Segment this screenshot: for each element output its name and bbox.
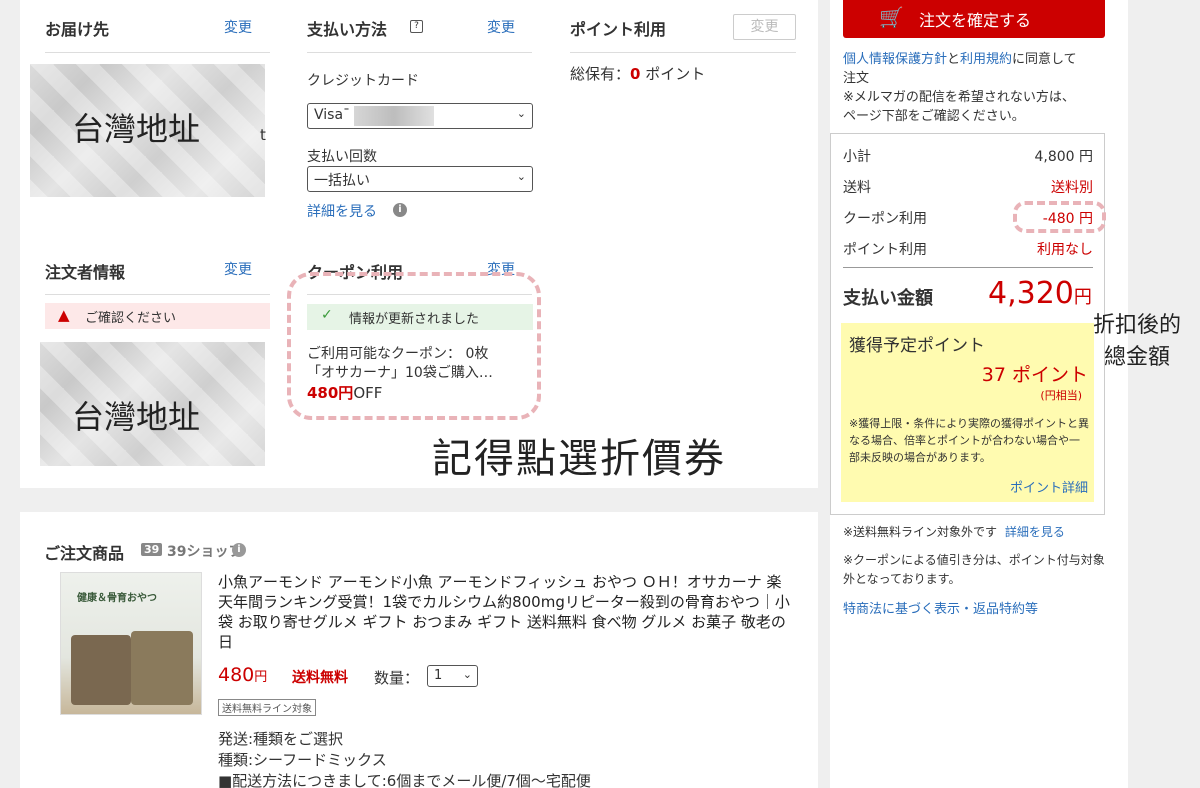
agree-line2: 注文 xyxy=(843,71,870,86)
points-change-button[interactable]: 変更 xyxy=(733,14,796,40)
earn-points-box: 獲得予定ポイント 37 ポイント (円相当) ※獲得上限・条件により実際の獲得ポ… xyxy=(841,323,1094,502)
earn-points-title: 獲得予定ポイント xyxy=(849,336,985,356)
privacy-policy-link[interactable]: 個人情報保護方針 xyxy=(843,52,947,67)
info-icon[interactable]: i xyxy=(232,543,246,557)
shipping-note-link[interactable]: 詳細を見る xyxy=(1005,525,1065,539)
coupon-points-note: ※クーポンによる値引き分は、ポイント付与対象外となっております。 xyxy=(843,553,1105,586)
earn-points-value: 37 ポイント xyxy=(981,364,1088,386)
divider xyxy=(843,267,1093,268)
points-total-prefix: 総保有： xyxy=(570,65,631,83)
summary-label: 小計 xyxy=(843,149,871,165)
total-value: 4,320 xyxy=(988,276,1074,311)
agree-mid: と xyxy=(947,52,961,67)
product-price: 480円 xyxy=(218,664,267,686)
divider xyxy=(45,52,270,53)
orderer-title: 注文者情報 xyxy=(45,263,126,282)
product-price-unit: 円 xyxy=(254,670,268,685)
product-package xyxy=(131,631,193,705)
summary-value: 4,800 円 xyxy=(1034,149,1093,165)
product-option-3: ■配送方法につきまして:6個までメール便/7個〜宅配便 xyxy=(218,772,591,788)
divider xyxy=(570,52,796,53)
discount-highlight-frame xyxy=(1013,201,1106,233)
shipping-note: ※送料無料ライン対象外です 詳細を見る xyxy=(843,523,1065,540)
summary-value: 送料別 xyxy=(1051,180,1093,196)
total-amount: 4,320円 xyxy=(988,276,1092,311)
divider xyxy=(307,52,532,53)
points-total-suffix: ポイント xyxy=(640,65,706,83)
orderer-change-link[interactable]: 変更 xyxy=(224,259,252,279)
product-option-2: 種類:シーフードミックス xyxy=(218,751,387,769)
agreement-text: 個人情報保護方針と利用規約に同意して 注文 ※メルマガの配信を希望されない方は、… xyxy=(843,50,1105,126)
summary-label: クーポン利用 xyxy=(843,211,927,227)
product-tag: 送料無料ライン対象 xyxy=(218,699,316,716)
products-title: ご注文商品 xyxy=(44,544,125,563)
shipping-change-link[interactable]: 変更 xyxy=(224,17,252,37)
qty-select[interactable]: 1 ⌄ xyxy=(427,665,478,687)
points-total: 総保有：0 ポイント xyxy=(570,63,705,84)
installments-label: 支払い回数 xyxy=(307,149,377,165)
earn-points-yen: (円相当) xyxy=(1040,389,1082,402)
product-free-shipping: 送料無料 xyxy=(292,670,348,686)
shipping-address-tail: t xyxy=(260,126,266,144)
card-select[interactable]: Visa¯ ⌄ xyxy=(307,103,533,129)
points-detail-link[interactable]: ポイント詳細 xyxy=(1010,477,1088,496)
shipping-title: お届け先 xyxy=(45,20,110,39)
product-name[interactable]: 小魚アーモンド アーモンド小魚 アーモンドフィッシュ おやつ ＯＨ！オサカーナ … xyxy=(218,572,792,652)
mailmag-line2: ページ下部をご確認ください。 xyxy=(843,109,1025,124)
divider xyxy=(45,294,270,295)
payment-change-link[interactable]: 変更 xyxy=(487,17,515,37)
info-icon[interactable]: i xyxy=(393,203,407,217)
total-unit: 円 xyxy=(1073,287,1092,308)
product-image[interactable]: 健康＆骨育おやつ xyxy=(60,572,202,715)
orderer-alert-text: ご確認ください xyxy=(85,311,177,326)
points-total-value: 0 xyxy=(630,65,641,83)
points-title: ポイント利用 xyxy=(570,20,667,39)
payment-details-link[interactable]: 詳細を見る xyxy=(307,201,377,221)
summary-label: ポイント利用 xyxy=(843,242,927,258)
chevron-down-icon: ⌄ xyxy=(462,668,472,681)
chevron-down-icon: ⌄ xyxy=(516,107,526,120)
installments-select[interactable]: 一括払い ⌄ xyxy=(307,166,533,192)
confirm-order-button[interactable]: 🛒 注文を確定する xyxy=(843,0,1105,38)
coupon-annotation: 記得點選折價券 xyxy=(432,436,726,482)
summary-value: 利用なし xyxy=(1037,242,1093,258)
terms-link[interactable]: 利用規約 xyxy=(960,52,1012,67)
shipping-note-text: ※送料無料ライン対象外です xyxy=(843,525,998,539)
orderer-address-annotation: 台灣地址 xyxy=(72,398,201,436)
product-option-1: 発送:種類をご選択 xyxy=(218,730,344,748)
payment-title: 支払い方法 xyxy=(307,20,388,39)
law-link[interactable]: 特商法に基づく表示・返品特約等 xyxy=(843,598,1038,617)
product-image-caption: 健康＆骨育おやつ xyxy=(77,593,157,604)
orderer-alert: ▲ ご確認ください xyxy=(45,303,270,329)
card-number-masked xyxy=(354,106,434,126)
payment-method-label: クレジットカード xyxy=(307,73,419,89)
mailmag-line1: ※メルマガの配信を希望されない方は、 xyxy=(843,90,1075,105)
total-annotation-line2: 總金額 xyxy=(1103,345,1170,370)
warning-icon: ▲ xyxy=(58,306,70,324)
chevron-down-icon: ⌄ xyxy=(516,170,526,183)
shop-logo: 39 xyxy=(141,543,163,556)
qty-select-value: 1 xyxy=(434,668,443,683)
total-label: 支払い金額 xyxy=(843,288,933,309)
summary-label: 送料 xyxy=(843,180,871,196)
shipping-address-annotation: 台灣地址 xyxy=(72,110,201,148)
cart-icon: 🛒 xyxy=(879,5,904,29)
card-select-value: Visa¯ xyxy=(314,107,351,123)
total-annotation-line1: 折扣後的 xyxy=(1092,313,1181,338)
agree-suffix: に同意して xyxy=(1012,52,1077,67)
coupon-highlight-frame xyxy=(287,272,541,420)
product-price-value: 480 xyxy=(218,664,255,686)
confirm-order-label: 注文を確定する xyxy=(919,11,1032,30)
help-icon[interactable]: ? xyxy=(410,20,423,33)
total-annotation: 折扣後的 總金額 xyxy=(1078,310,1196,374)
installments-select-value: 一括払い xyxy=(314,173,370,189)
earn-points-note: ※獲得上限・条件により実際の獲得ポイントと異なる場合、倍率とポイントが合わない場… xyxy=(849,417,1089,464)
product-package xyxy=(71,635,131,705)
qty-label: 数量： xyxy=(374,669,420,687)
